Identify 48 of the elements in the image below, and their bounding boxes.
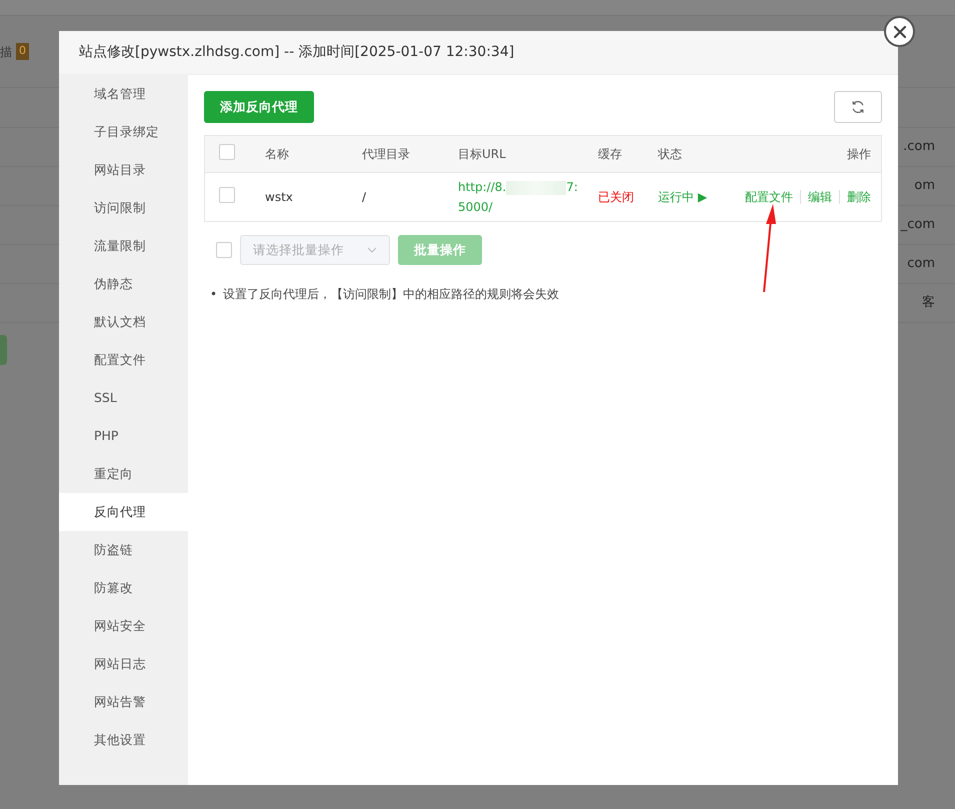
sidebar-item[interactable]: 配置文件 [59, 341, 188, 379]
column-header: 代理目录 [362, 147, 410, 161]
sidebar-item[interactable]: 其他设置 [59, 721, 188, 759]
site-text: om [914, 177, 936, 196]
site-text: _com [900, 216, 936, 234]
sidebar-item[interactable]: 流量限制 [59, 227, 188, 265]
sidebar-item[interactable]: 防篡改 [59, 569, 188, 607]
count-badge: 0 [16, 43, 29, 60]
site-text: com [907, 255, 936, 274]
sidebar-item[interactable]: 网站目录 [59, 151, 188, 189]
site-text: 客 [922, 294, 936, 312]
table-cell: wstx [265, 190, 293, 204]
cache-status: 已关闭 [598, 190, 634, 204]
sidebar-item[interactable]: 反向代理 [59, 493, 188, 531]
sidebar-item[interactable]: 默认文档 [59, 303, 188, 341]
column-header: 操作 [847, 147, 871, 161]
sidebar-item[interactable]: 网站告警 [59, 683, 188, 721]
url-text: 7: [566, 180, 578, 194]
close-icon [892, 24, 906, 38]
column-header: 状态 [658, 147, 682, 161]
dialog-title: 站点修改[pywstx.zlhdsg.com] -- 添加时间[2025-01-07 12:30:34] [59, 31, 898, 75]
refresh-icon [851, 100, 865, 114]
column-header: 名称 [265, 147, 289, 161]
checkbox[interactable] [219, 144, 235, 160]
sidebar-item[interactable]: 子目录绑定 [59, 113, 188, 151]
sidebar-item[interactable]: 重定向 [59, 455, 188, 493]
refresh-button[interactable] [834, 91, 882, 123]
bullet-mark: • [210, 286, 218, 303]
close-button[interactable] [884, 16, 915, 47]
filter-label: 描 [0, 44, 12, 60]
url-text: 5000/ [458, 200, 493, 214]
sidebar-item[interactable]: SSL [59, 379, 188, 417]
column-header: 缓存 [598, 147, 622, 161]
sidebar-item[interactable]: 网站日志 [59, 645, 188, 683]
sidebar-item[interactable]: 防盗链 [59, 531, 188, 569]
column-header: 目标URL [458, 147, 506, 161]
sidebar-item[interactable]: PHP [59, 417, 188, 455]
add-site-button[interactable] [0, 335, 7, 365]
checkbox[interactable] [219, 186, 235, 202]
caret-icon [367, 247, 377, 253]
table-cell: / [362, 190, 366, 204]
note-text: 设置了反向代理后，【访问限制】中的相应路径的规则将会失效 [223, 286, 560, 303]
url-text: http://8. [458, 180, 506, 194]
sidebar-item[interactable]: 访问限制 [59, 189, 188, 227]
sidebar-item[interactable]: 域名管理 [59, 75, 188, 113]
site-text: .com [903, 138, 936, 156]
sidebar-item[interactable]: 伪静态 [59, 265, 188, 303]
sidebar-item[interactable]: 网站安全 [59, 607, 188, 645]
